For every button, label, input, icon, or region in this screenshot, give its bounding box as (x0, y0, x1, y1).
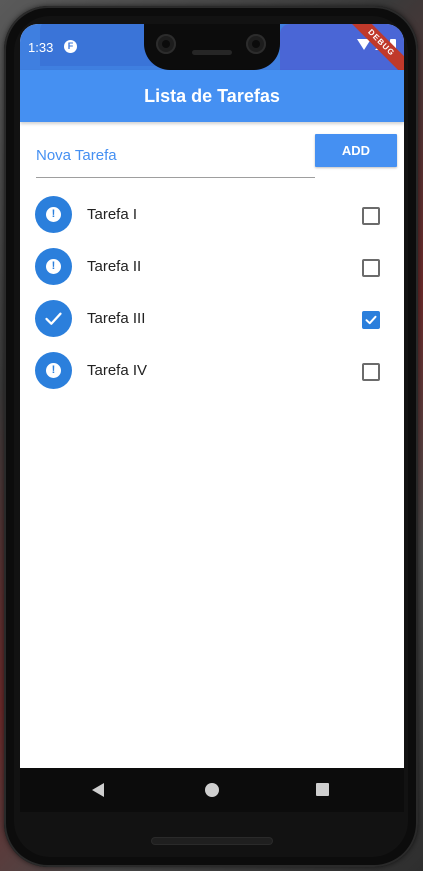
task-label: Tarefa II (87, 258, 142, 275)
add-task-button[interactable]: ADD (315, 134, 397, 167)
front-camera-icon (156, 34, 176, 54)
alert-icon: ! (46, 207, 61, 222)
task-checkbox[interactable] (362, 311, 380, 329)
android-nav-bar (20, 768, 404, 812)
task-checkbox[interactable] (362, 363, 380, 381)
recents-icon[interactable] (316, 783, 329, 796)
page-title: Lista de Tarefas (144, 86, 280, 106)
task-label: Tarefa I (87, 206, 138, 223)
flutter-app-icon: F (64, 40, 77, 53)
camera-notch (144, 24, 280, 70)
task-avatar: ! (35, 196, 72, 233)
task-label: Tarefa III (87, 310, 146, 327)
app-bar: Lista de Tarefas (20, 70, 404, 122)
alert-icon: ! (46, 259, 61, 274)
status-bar-left (40, 24, 160, 66)
checkbox-check-icon (365, 315, 377, 325)
status-time: 1:33 (28, 40, 54, 55)
task-checkbox[interactable] (362, 207, 380, 225)
task-item[interactable]: ! Tarefa IV (20, 345, 404, 397)
front-camera-icon (246, 34, 266, 54)
task-item[interactable]: ! Tarefa II (20, 241, 404, 293)
earpiece-speaker (192, 50, 232, 55)
task-checkbox[interactable] (362, 259, 380, 277)
task-avatar: ! (35, 248, 72, 285)
app-screen: 1:33 F DEBUG Lista de Tarefas ADD ! Tare… (20, 24, 404, 784)
status-bar: 1:33 F DEBUG (20, 24, 404, 80)
alert-icon: ! (46, 363, 61, 378)
home-icon[interactable] (205, 783, 219, 797)
task-label: Tarefa IV (87, 362, 148, 379)
back-icon[interactable] (92, 783, 104, 797)
task-item[interactable]: ! Tarefa I (20, 189, 404, 241)
bottom-speaker-grille (152, 838, 272, 844)
task-item[interactable]: Tarefa III (20, 293, 404, 345)
task-avatar: ! (35, 352, 72, 389)
new-task-input[interactable] (36, 134, 315, 178)
check-icon (45, 312, 62, 325)
task-list: ! Tarefa I ! Tarefa II Tarefa III ! Tare… (20, 189, 404, 397)
new-task-row: ADD (36, 134, 398, 178)
task-avatar (35, 300, 72, 337)
